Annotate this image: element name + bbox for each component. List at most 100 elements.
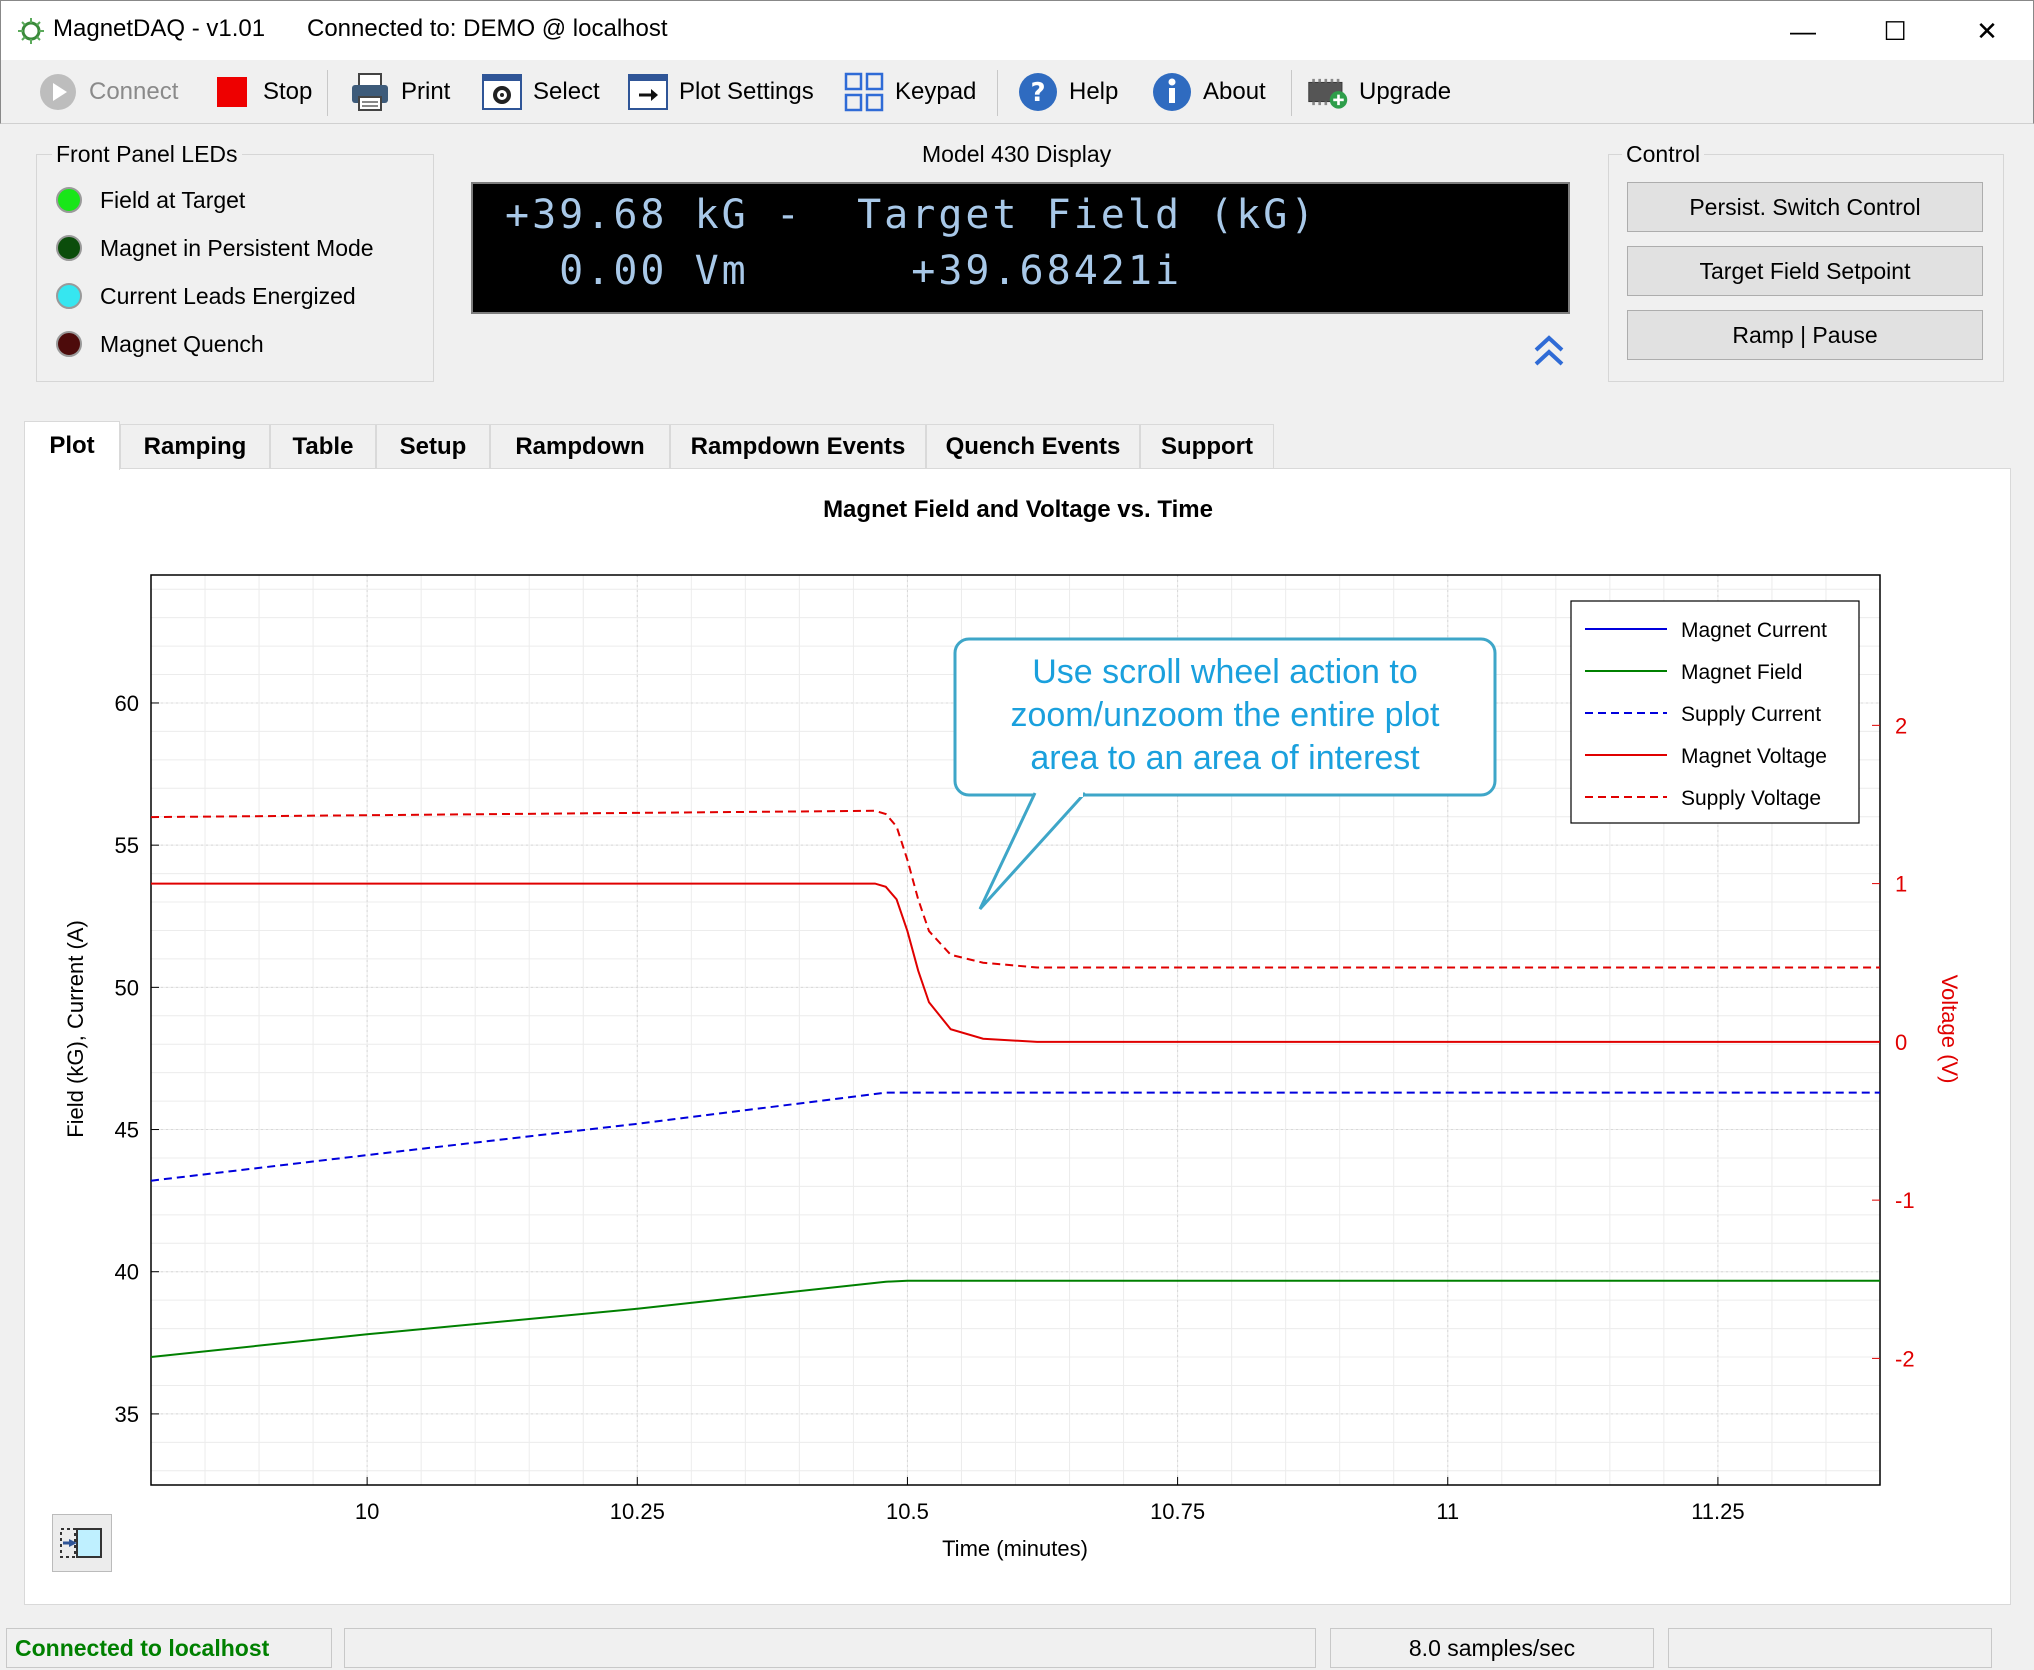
ramp-pause-button[interactable]: Ramp | Pause	[1627, 310, 1983, 360]
target-field-setpoint-button[interactable]: Target Field Setpoint	[1627, 246, 1983, 296]
led-label: Magnet in Persistent Mode	[100, 234, 374, 261]
y-tick-label: 45	[115, 1118, 139, 1143]
keypad-grid-icon	[843, 71, 885, 113]
model-430-display: +39.68 kG - Target Field (kG) 0.00 Vm +3…	[471, 182, 1570, 314]
tab-rampdown-events[interactable]: Rampdown Events	[670, 424, 926, 468]
y-tick-label: 35	[115, 1402, 139, 1427]
x-tick-label: 10	[355, 1499, 379, 1524]
led-row: Magnet in Persistent Mode	[56, 232, 374, 264]
connect-button[interactable]: Connect	[37, 68, 178, 116]
y2-tick-label: 0	[1895, 1030, 1907, 1055]
display-line-2: 0.00 Vm +39.68421i	[505, 248, 1183, 294]
chip-upgrade-icon	[1307, 71, 1349, 113]
legend-entry: Magnet Field	[1681, 661, 1802, 684]
close-icon: ✕	[1976, 15, 1998, 46]
help-button[interactable]: ? Help	[1017, 68, 1118, 116]
keypad-button[interactable]: Keypad	[843, 68, 976, 116]
callout-text: Use scroll wheel action to	[1032, 653, 1418, 691]
led-row: Magnet Quench	[56, 328, 264, 360]
led-row: Current Leads Energized	[56, 280, 356, 312]
x-tick-label: 10.75	[1150, 1499, 1205, 1524]
y2-tick-label: -1	[1895, 1188, 1915, 1213]
x-axis-label: Time (minutes)	[942, 1536, 1088, 1561]
toolbar-separator	[997, 70, 998, 116]
maximize-icon: ☐	[1883, 15, 1907, 46]
about-button[interactable]: About	[1151, 68, 1266, 116]
maximize-button[interactable]: ☐	[1849, 1, 1941, 61]
tab-quench-events[interactable]: Quench Events	[926, 424, 1140, 468]
magnet-app-icon	[18, 18, 44, 44]
help-icon: ?	[1017, 71, 1059, 113]
tab-setup[interactable]: Setup	[376, 424, 490, 468]
x-tick-label: 11.25	[1691, 1499, 1744, 1524]
legend-entry: Supply Voltage	[1681, 787, 1821, 810]
status-sample-rate: 8.0 samples/sec	[1330, 1628, 1654, 1668]
tab-support[interactable]: Support	[1140, 424, 1274, 468]
led-label: Field at Target	[100, 186, 246, 213]
tab-rampdown[interactable]: Rampdown	[490, 424, 670, 468]
persist-switch-control-button[interactable]: Persist. Switch Control	[1627, 182, 1983, 232]
x-tick-label: 10.5	[886, 1499, 929, 1524]
legend-entry: Magnet Voltage	[1681, 745, 1827, 768]
led-label: Magnet Quench	[100, 330, 264, 357]
export-plot-button[interactable]	[52, 1514, 112, 1572]
display-title: Model 430 Display	[922, 141, 1112, 167]
led-indicator-icon	[56, 187, 82, 213]
minimize-button[interactable]: —	[1757, 1, 1849, 61]
window-title: MagnetDAQ - v1.01	[53, 15, 266, 42]
status-message	[344, 1628, 1316, 1668]
y2-tick-label: 2	[1895, 713, 1907, 738]
y2-tick-label: -2	[1895, 1346, 1915, 1371]
stop-button[interactable]: Stop	[211, 68, 312, 116]
close-button[interactable]: ✕	[1941, 1, 2033, 61]
callout-text: area to an area of interest	[1030, 739, 1420, 777]
settings-window-icon	[481, 71, 523, 113]
y-tick-label: 50	[115, 975, 139, 1000]
y-tick-label: 55	[115, 833, 139, 858]
callout-text: zoom/unzoom the entire plot	[1010, 696, 1440, 734]
tab-plot[interactable]: Plot	[24, 421, 120, 470]
led-indicator-icon	[56, 235, 82, 261]
toolbar-separator	[327, 70, 328, 116]
y-axis-label: Field (kG), Current (A)	[63, 920, 88, 1138]
import-window-icon	[627, 71, 669, 113]
y-tick-label: 60	[115, 691, 139, 716]
chart-title: Magnet Field and Voltage vs. Time	[823, 496, 1213, 523]
legend-entry: Magnet Current	[1681, 619, 1827, 642]
led-indicator-icon	[56, 331, 82, 357]
tab-table[interactable]: Table	[270, 424, 376, 468]
legend-entry: Supply Current	[1681, 703, 1821, 726]
select-button[interactable]: Select	[481, 68, 600, 116]
play-icon	[37, 71, 79, 113]
field-voltage-chart[interactable]: Magnet Field and Voltage vs. Time Time (m…	[25, 469, 2012, 1606]
toolbar: Connect Stop Print Select Plot Settings …	[0, 60, 2034, 124]
export-icon	[60, 1528, 102, 1558]
status-bar: Connected to localhost 8.0 samples/sec	[0, 1628, 2034, 1670]
tab-ramping[interactable]: Ramping	[120, 424, 270, 468]
x-tick-label: 11	[1436, 1499, 1459, 1524]
control-group-title: Control	[1622, 141, 1705, 168]
y2-axis-label: Voltage (V)	[1937, 975, 1962, 1084]
led-label: Current Leads Energized	[100, 282, 356, 309]
svg-text:?: ?	[1030, 78, 1045, 108]
display-line-1: +39.68 kG - Target Field (kG)	[505, 192, 1318, 238]
collapse-chevron-icon[interactable]	[1530, 332, 1568, 370]
info-icon	[1151, 71, 1193, 113]
led-indicator-icon	[56, 283, 82, 309]
plot-settings-button[interactable]: Plot Settings	[627, 68, 814, 116]
leds-group-title: Front Panel LEDs	[52, 141, 242, 168]
connection-title: Connected to: DEMO @ localhost	[307, 15, 668, 42]
x-tick-label: 10.25	[610, 1499, 665, 1524]
y2-tick-label: 1	[1895, 872, 1907, 897]
print-button[interactable]: Print	[349, 68, 450, 116]
stop-icon	[211, 71, 253, 113]
status-connection: Connected to localhost	[6, 1628, 332, 1668]
title-bar: MagnetDAQ - v1.01 Connected to: DEMO @ l…	[0, 0, 2034, 60]
upgrade-button[interactable]: Upgrade	[1307, 68, 1451, 116]
toolbar-separator	[1291, 70, 1292, 116]
minimize-icon: —	[1790, 15, 1816, 46]
plot-tab-panel: Magnet Field and Voltage vs. Time Time (m…	[24, 468, 2011, 1605]
led-row: Field at Target	[56, 184, 245, 216]
printer-icon	[349, 71, 391, 113]
y-tick-label: 40	[115, 1260, 139, 1285]
